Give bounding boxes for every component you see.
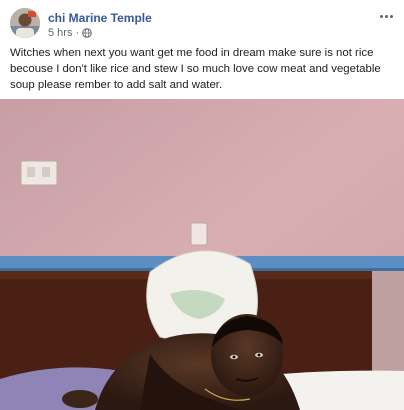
more-options-ellipsis-icon[interactable]: [376, 8, 396, 24]
author-avatar[interactable]: [10, 8, 40, 38]
post-text: Witches when next you want get me food i…: [10, 47, 381, 91]
post-photo[interactable]: [0, 99, 404, 410]
author-name[interactable]: chi Marine Temple: [48, 11, 152, 25]
globe-icon[interactable]: [82, 28, 92, 38]
photo-image: [0, 99, 404, 410]
avatar-image: [10, 8, 40, 38]
post-meta: 5 hrs ·: [48, 27, 92, 39]
post-header: chi Marine Temple 5 hrs ·: [0, 0, 404, 40]
facebook-post: chi Marine Temple 5 hrs · Witches when n…: [0, 0, 404, 410]
meta-separator: ·: [75, 27, 80, 39]
post-timestamp[interactable]: 5 hrs: [48, 27, 72, 39]
